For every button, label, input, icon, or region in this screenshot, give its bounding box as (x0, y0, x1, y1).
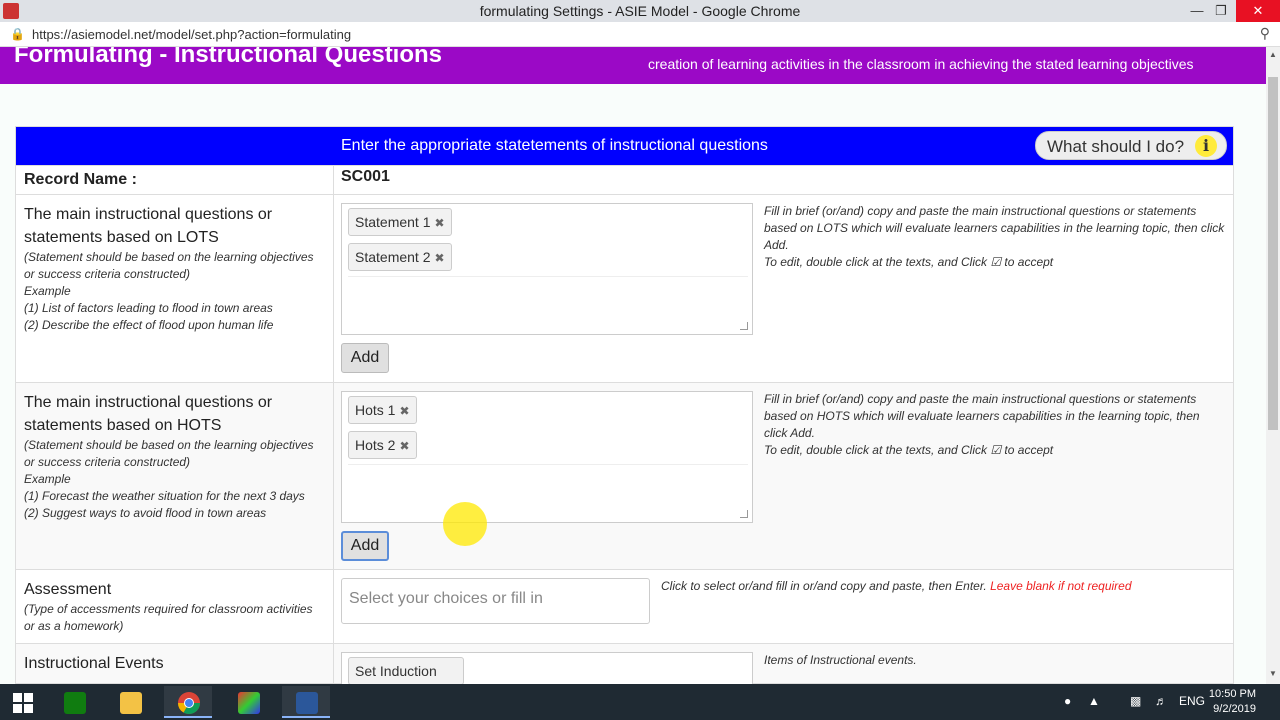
zoom-icon[interactable]: ⚲ (1260, 25, 1270, 42)
lots-row: The main instructional questions or stat… (16, 194, 1233, 382)
lots-note: (Statement should be based on the learni… (24, 250, 314, 281)
tag[interactable]: Statement 1 ✖ (348, 208, 452, 236)
window-titlebar: formulating Settings - ASIE Model - Goog… (0, 0, 1280, 22)
taskbar-app[interactable] (224, 686, 272, 718)
cursor-highlight (443, 502, 487, 546)
chrome-icon (178, 692, 200, 714)
assessment-help: Click to select or/and fill in or/and co… (661, 579, 1132, 593)
tag[interactable]: Hots 1 ✖ (348, 396, 417, 424)
assessment-note: (Type of accessments required for classr… (24, 602, 313, 633)
remove-tag-icon[interactable]: ✖ (399, 439, 409, 453)
bluetooth-icon[interactable]: ● (1064, 694, 1071, 708)
hots-help: Fill in brief (or/and) copy and paste th… (764, 392, 1200, 457)
taskbar-store[interactable] (50, 686, 98, 718)
resize-handle[interactable] (740, 322, 748, 330)
hots-example-heading: Example (24, 472, 71, 486)
resize-handle[interactable] (740, 510, 748, 518)
page-viewport: Formulating - Instructional Questions cr… (0, 47, 1266, 684)
lots-example-2: (2) Describe the effect of flood upon hu… (24, 318, 274, 332)
lots-example-1: (1) List of factors leading to flood in … (24, 301, 273, 315)
info-icon: i (1195, 135, 1217, 157)
scroll-thumb[interactable] (1268, 77, 1278, 430)
windows-icon (13, 693, 33, 713)
taskbar: ● ▲ ▩ ♬ ENG 10:50 PM 9/2/2019 (0, 684, 1280, 720)
tag[interactable]: Hots 2 ✖ (348, 431, 417, 459)
volume-icon[interactable]: ♬ (1155, 694, 1167, 708)
app-icon (238, 692, 260, 714)
lots-help: Fill in brief (or/and) copy and paste th… (764, 204, 1225, 269)
page-description: creation of learning activities in the c… (648, 56, 1194, 72)
tray-icon[interactable]: ▲ (1088, 694, 1100, 708)
record-row: Record Name : SC001 (16, 165, 1233, 194)
hots-example-1: (1) Forecast the weather situation for t… (24, 489, 305, 503)
assessment-placeholder: Select your choices or fill in (349, 590, 543, 607)
store-icon (64, 692, 86, 714)
events-label: Instructional Events (24, 655, 164, 672)
word-icon (296, 692, 318, 714)
assessment-row: Assessment (Type of accessments required… (16, 569, 1233, 643)
hots-note: (Statement should be based on the learni… (24, 438, 314, 469)
lots-example-heading: Example (24, 284, 71, 298)
lots-add-button[interactable]: Add (341, 343, 389, 373)
scroll-down-icon[interactable]: ▼ (1269, 669, 1277, 678)
help-button-label: What should I do? (1047, 137, 1185, 156)
hots-row: The main instructional questions or stat… (16, 382, 1233, 569)
restore-button[interactable]: ❐ (1206, 0, 1236, 22)
assessment-select[interactable]: Select your choices or fill in (341, 578, 650, 624)
tag[interactable]: Set Induction (348, 657, 464, 684)
address-bar: 🔒 https://asiemodel.net/model/set.php?ac… (0, 22, 1280, 47)
window-title: formulating Settings - ASIE Model - Goog… (479, 3, 801, 19)
taskbar-explorer[interactable] (106, 686, 154, 718)
language-indicator[interactable]: ENG (1179, 694, 1205, 708)
remove-tag-icon[interactable]: ✖ (435, 216, 445, 230)
scroll-up-icon[interactable]: ▲ (1269, 50, 1277, 59)
assessment-label: Assessment (24, 581, 112, 598)
network-icon[interactable]: ▩ (1130, 694, 1141, 708)
taskbar-word[interactable] (282, 686, 330, 718)
lots-tag-input[interactable]: Statement 1 ✖ Statement 2 ✖ (341, 203, 753, 335)
panel-header: Enter the appropriate statetements of in… (16, 127, 1233, 165)
remove-tag-icon[interactable]: ✖ (435, 251, 445, 265)
lots-label: The main instructional questions or stat… (24, 206, 273, 246)
folder-icon (120, 692, 142, 714)
remove-tag-icon[interactable]: ✖ (399, 404, 409, 418)
hots-tag-input[interactable]: Hots 1 ✖ Hots 2 ✖ (341, 391, 753, 523)
tag[interactable]: Statement 2 ✖ (348, 243, 452, 271)
what-should-i-do-button[interactable]: What should I do? i (1035, 131, 1227, 160)
events-tag-input[interactable]: Set Induction (341, 652, 753, 684)
record-label: Record Name : (24, 171, 137, 188)
page-title: Formulating - Instructional Questions (14, 47, 443, 68)
hots-add-button[interactable]: Add (341, 531, 389, 561)
lock-icon: 🔒 (10, 27, 25, 41)
events-help: Items of Instructional events. (764, 653, 917, 667)
page-scrollbar[interactable]: ▲ ▼ (1266, 47, 1280, 684)
record-value: SC001 (341, 168, 390, 185)
leave-blank-note: Leave blank if not required (990, 579, 1132, 593)
events-row: Instructional Events Set Induction Items… (16, 643, 1233, 684)
start-button[interactable] (0, 686, 48, 718)
page-header: Formulating - Instructional Questions cr… (0, 47, 1266, 84)
clock[interactable]: 10:50 PM 9/2/2019 (1209, 687, 1256, 717)
url-field[interactable]: https://asiemodel.net/model/set.php?acti… (32, 27, 351, 42)
taskbar-chrome[interactable] (164, 686, 212, 718)
hots-label: The main instructional questions or stat… (24, 394, 273, 434)
hots-example-2: (2) Suggest ways to avoid flood in town … (24, 506, 267, 520)
close-button[interactable]: ✕ (1236, 0, 1280, 22)
questions-panel: Enter the appropriate statetements of in… (15, 126, 1234, 684)
panel-title: Enter the appropriate statetements of in… (341, 137, 768, 154)
